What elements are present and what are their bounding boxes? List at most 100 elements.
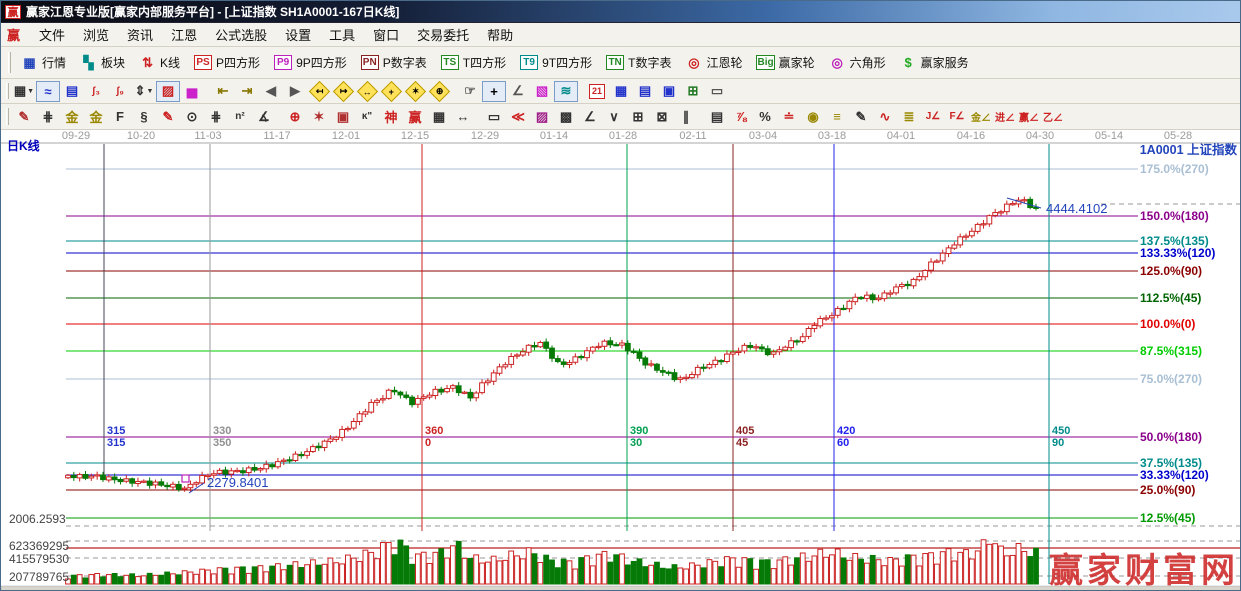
circle-target-tool[interactable]: ⊕ — [283, 106, 307, 127]
gann-wheel-button[interactable]: ◎江恩轮 — [678, 51, 749, 74]
gold-square-2-tool[interactable]: 金 — [84, 106, 108, 127]
calculator-button[interactable]: ▦ — [609, 81, 633, 102]
parallel-lines-tool[interactable]: ∥ — [674, 106, 698, 127]
j-angle-tool[interactable]: J∠ — [921, 106, 945, 127]
f-angle-tool[interactable]: F∠ — [945, 106, 969, 127]
menu-item-公式选股[interactable]: 公式选股 — [206, 23, 276, 46]
f-square-tool[interactable]: F — [108, 106, 132, 127]
candles-icon: ⇅ — [139, 55, 156, 71]
export-button[interactable]: ⊞ — [681, 81, 705, 102]
wave-tool-button[interactable]: ≋ — [554, 81, 578, 102]
gold-square-1-tool[interactable]: 金 — [60, 106, 84, 127]
kline-chart-canvas[interactable]: 09-2910-2011-0311-1712-0112-1512-2901-14… — [1, 130, 1241, 591]
menu-item-工具[interactable]: 工具 — [320, 23, 364, 46]
menu-item-文件[interactable]: 文件 — [30, 23, 74, 46]
gold-circle-tool[interactable]: ◉ — [801, 106, 825, 127]
gold-lines-tool[interactable]: ≡ — [825, 106, 849, 127]
n-square-tool[interactable]: n² — [228, 106, 252, 127]
menu-item-浏览[interactable]: 浏览 — [74, 23, 118, 46]
price-ladder-tool[interactable]: ▤ — [705, 106, 729, 127]
quotes-button[interactable]: ▦行情 — [14, 51, 73, 74]
percent-lines-tool[interactable]: ≐ — [777, 106, 801, 127]
red-pen-tool[interactable]: ✎ — [156, 106, 180, 127]
first-page-button[interactable]: ⇤ — [211, 81, 235, 102]
trend-curve-button[interactable]: ≈ — [36, 81, 60, 102]
menu-item-交易委托[interactable]: 交易委托 — [408, 23, 478, 46]
gann-pen-tool[interactable]: ✎ — [12, 106, 36, 127]
tick-ruler-tool[interactable]: ⋕ — [204, 106, 228, 127]
gold-lines-2-tool[interactable]: ≣ — [897, 106, 921, 127]
window-layout-button[interactable]: ▦▼ — [12, 81, 36, 102]
p9-square-button[interactable]: P99P四方形 — [267, 51, 354, 74]
zoom-diamond-star-button[interactable]: ✶ — [403, 81, 427, 102]
winner-wheel-button[interactable]: Big赢家轮 — [749, 51, 821, 74]
next-page-button[interactable]: ▶ — [283, 81, 307, 102]
last-page-button[interactable]: ⇥ — [235, 81, 259, 102]
crosshair-button[interactable]: + — [482, 81, 506, 102]
zoom-diamond-cross-button[interactable]: + — [379, 81, 403, 102]
jin-angle-tool[interactable]: 进∠ — [993, 106, 1017, 127]
p-number-table-button[interactable]: PNP数字表 — [354, 51, 434, 74]
sectors-button[interactable]: ▚板块 — [73, 51, 132, 74]
spiral-5-tool[interactable]: § — [132, 106, 156, 127]
fan-box-tool[interactable]: ▨ — [530, 106, 554, 127]
number-grid-tool[interactable]: ▦ — [427, 106, 451, 127]
time-ruler-tool[interactable]: ⋕ — [36, 106, 60, 127]
t9-square-button[interactable]: T99T四方形 — [513, 51, 599, 74]
gold-angle-tool[interactable]: 金∠ — [969, 106, 993, 127]
boxed-star-tool[interactable]: ▣ — [331, 106, 355, 127]
time-circle-tool[interactable]: ⊙ — [180, 106, 204, 127]
bars-3-button[interactable]: ʃ₃ — [84, 81, 108, 102]
hexagon-button[interactable]: ◎六角形 — [822, 51, 893, 74]
t-square-button[interactable]: TST四方形 — [434, 51, 513, 74]
save-button[interactable]: ▣ — [657, 81, 681, 102]
rect-gann-tool[interactable]: ▭ — [482, 106, 506, 127]
dense-grid-2-tool[interactable]: ⊠ — [650, 106, 674, 127]
percent-box-tool[interactable]: ⅞ — [729, 106, 753, 127]
candle-style-button[interactable]: ⇕▼ — [132, 81, 156, 102]
fan-square-tool[interactable]: ▩ — [554, 106, 578, 127]
v-lines-tool[interactable]: ∨ — [602, 106, 626, 127]
flag-pen-tool[interactable]: ✎ — [849, 106, 873, 127]
menu-item-窗口[interactable]: 窗口 — [364, 23, 408, 46]
percent-tool[interactable]: % — [753, 106, 777, 127]
bottom-scroll-strip[interactable] — [1, 586, 1241, 591]
angle-measure-button[interactable]: ∠ — [506, 81, 530, 102]
hand-pan-button[interactable]: ☞ — [458, 81, 482, 102]
star-burst-tool[interactable]: ✶ — [307, 106, 331, 127]
menu-item-资讯[interactable]: 资讯 — [118, 23, 162, 46]
chart-area[interactable]: 09-2910-2011-0311-1712-0112-1512-2901-14… — [1, 130, 1241, 591]
zoom-diamond-horizontal-button[interactable]: ↔ — [355, 81, 379, 102]
prev-page-button[interactable]: ◀ — [259, 81, 283, 102]
bars-9-button[interactable]: ʃ₉ — [108, 81, 132, 102]
yi-angle-tool[interactable]: 乙∠ — [1041, 106, 1065, 127]
zoom-diamond-right-button[interactable]: ↦ — [331, 81, 355, 102]
trend-lines-tool[interactable]: ∠ — [578, 106, 602, 127]
calendar-button[interactable]: 21 — [585, 81, 609, 102]
shen-grid-tool[interactable]: 神 — [379, 106, 403, 127]
kline-button[interactable]: ⇅K线 — [132, 51, 187, 74]
span-arrow-tool[interactable]: ↔ — [451, 106, 475, 127]
zoom-diamond-left-button[interactable]: ↤ — [307, 81, 331, 102]
fenshi-button[interactable]: ▨ — [156, 81, 180, 102]
print-button[interactable]: ▭ — [705, 81, 729, 102]
angle-mirror-tool[interactable]: ∡ — [252, 106, 276, 127]
dense-grid-tool[interactable]: ⊞ — [626, 106, 650, 127]
t-number-table-button[interactable]: TNT数字表 — [599, 51, 678, 74]
fan-lines-tool[interactable]: ≪ — [506, 106, 530, 127]
menu-item-帮助[interactable]: 帮助 — [478, 23, 522, 46]
zuo-angle-tool[interactable]: 赢∠ — [1017, 106, 1041, 127]
ying-grid-tool[interactable]: 赢 — [403, 106, 427, 127]
gann-box-tool-button[interactable]: ▧ — [530, 81, 554, 102]
menu-item-江恩[interactable]: 江恩 — [162, 23, 206, 46]
info-document-button[interactable]: ▤ — [60, 81, 84, 102]
menu-item-设置[interactable]: 设置 — [276, 23, 320, 46]
title-bar[interactable]: 赢 赢家江恩专业版[赢家内部服务平台] - [上证指数 SH1A0001-167… — [1, 1, 1240, 23]
histogram-button[interactable]: ▅ — [180, 81, 204, 102]
wave-box-tool[interactable]: ∿ — [873, 106, 897, 127]
k-quote-tool[interactable]: ĸ" — [355, 106, 379, 127]
memo-button[interactable]: ▤ — [633, 81, 657, 102]
p-square-button[interactable]: PSP四方形 — [187, 51, 267, 74]
winner-service-button[interactable]: $赢家服务 — [893, 51, 976, 74]
zoom-diamond-expand-button[interactable]: ⊕ — [427, 81, 451, 102]
